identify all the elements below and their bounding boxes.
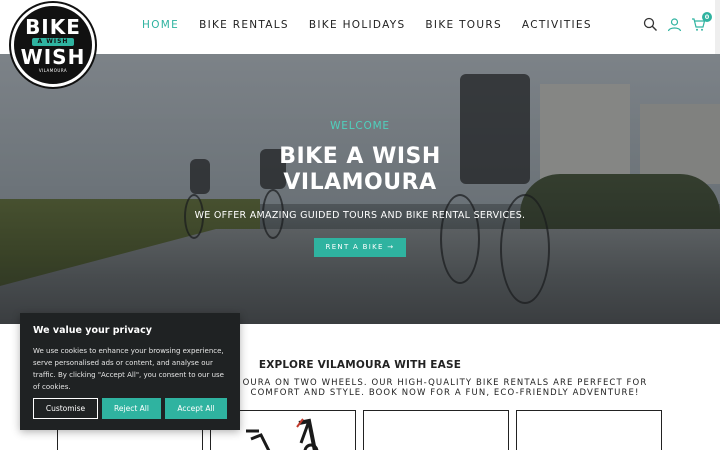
nav-item-home[interactable]: HOME <box>142 19 179 31</box>
hero-title: BIKE A WISH VILAMOURA <box>0 144 720 196</box>
cart-count-badge: 0 <box>702 12 712 22</box>
nav-item-bike-holidays[interactable]: BIKE HOLIDAYS <box>309 19 406 31</box>
rent-a-bike-button[interactable]: RENT A BIKE → <box>314 238 406 257</box>
scrollbar-track[interactable] <box>715 0 720 54</box>
nav-item-activities[interactable]: ACTIVITIES <box>522 19 592 31</box>
hero-welcome-text: WELCOME <box>330 120 390 132</box>
logo-text-bike: BIKE <box>25 15 81 39</box>
logo-text-wish: WISH <box>20 45 86 69</box>
explore-desc-line2: COMFORT AND STYLE. BOOK NOW FOR A FUN, E… <box>250 388 640 398</box>
hero-subtitle: WE OFFER AMAZING GUIDED TOURS AND BIKE R… <box>194 210 526 221</box>
main-nav: HOME BIKE RENTALS BIKE HOLIDAYS BIKE TOU… <box>142 19 592 31</box>
header-icons: 0 <box>643 12 712 32</box>
reject-all-button[interactable]: Reject All <box>102 398 161 419</box>
site-header: BIKE A WISH WISH VILAMOURA HOME BIKE REN… <box>0 0 720 87</box>
hero-title-line2: VILAMOURA <box>283 170 437 195</box>
nav-item-bike-rentals[interactable]: BIKE RENTALS <box>199 19 289 31</box>
bike-card[interactable] <box>516 410 662 450</box>
hero-title-line1: BIKE A WISH <box>279 144 441 169</box>
customise-button[interactable]: Customise <box>33 398 98 419</box>
logo-text-vilamoura: VILAMOURA <box>38 68 68 73</box>
accept-all-button[interactable]: Accept All <box>165 398 227 419</box>
cart-icon[interactable]: 0 <box>691 12 712 32</box>
user-icon[interactable] <box>667 17 682 32</box>
cookie-buttons: Customise Reject All Accept All <box>33 398 227 419</box>
hero-banner: WELCOME BIKE A WISH VILAMOURA WE OFFER A… <box>0 54 720 324</box>
bike-card[interactable] <box>363 410 509 450</box>
page: BIKE A WISH WISH VILAMOURA HOME BIKE REN… <box>0 0 720 450</box>
cookie-consent-banner: We value your privacy We use cookies to … <box>20 313 240 430</box>
hero-content: WELCOME BIKE A WISH VILAMOURA WE OFFER A… <box>0 54 720 324</box>
site-logo[interactable]: BIKE A WISH WISH VILAMOURA <box>11 3 95 87</box>
explore-desc-line1: OURA ON TWO WHEELS. OUR HIGH-QUALITY BIK… <box>242 378 648 388</box>
cookie-text: We use cookies to enhance your browsing … <box>33 347 224 391</box>
nav-item-bike-tours[interactable]: BIKE TOURS <box>425 19 501 31</box>
cookie-title: We value your privacy <box>33 325 152 336</box>
explore-section-description: OURA ON TWO WHEELS. OUR HIGH-QUALITY BIK… <box>222 378 668 398</box>
search-icon[interactable] <box>643 17 658 32</box>
